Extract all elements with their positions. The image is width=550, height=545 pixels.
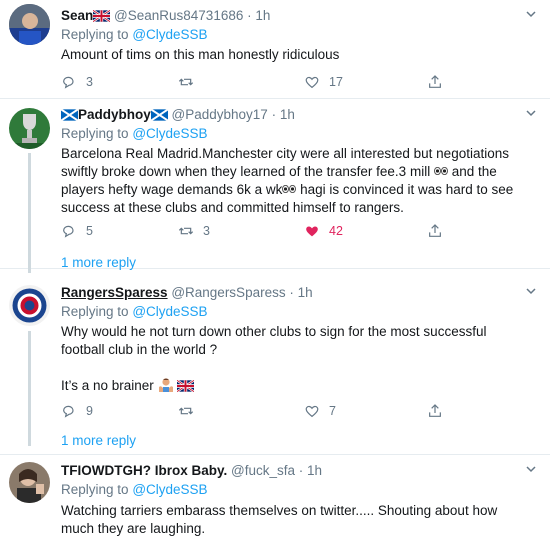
caret-down-icon[interactable] [526, 286, 536, 296]
scotland-flag-icon [60, 108, 79, 126]
reply-count: 5 [86, 224, 93, 238]
like-count: 17 [329, 75, 343, 89]
replying-to: Replying to @ClydeSSB [61, 304, 208, 319]
tweet-actions: 5 3 42 [61, 221, 461, 241]
like-button[interactable]: 17 [304, 72, 343, 92]
reply-button[interactable]: 5 [61, 221, 93, 241]
retweet-icon [178, 227, 194, 235]
share-button[interactable] [427, 401, 443, 421]
retweet-button[interactable]: 3 [178, 221, 210, 241]
reply-icon [63, 76, 74, 89]
thread-dots [28, 432, 31, 446]
scotland-flag-icon [150, 108, 169, 126]
handle[interactable]: @Paddybhoy17 [172, 107, 268, 122]
like-count: 42 [329, 224, 343, 238]
share-icon [429, 75, 441, 88]
tweet-text: Amount of tims on this man honestly ridi… [61, 47, 340, 62]
replying-to-link[interactable]: @ClydeSSB [132, 304, 207, 319]
share-icon [429, 404, 441, 417]
tweet-paddybhoy[interactable]: Paddybhoy @Paddybhoy17 · 1h Replying to … [0, 99, 550, 273]
avatar[interactable] [9, 285, 50, 326]
timestamp[interactable]: 1h [255, 8, 270, 23]
display-name[interactable]: RangersSparess [61, 285, 168, 300]
like-icon [305, 405, 319, 418]
display-name[interactable]: Paddybhoy [78, 107, 151, 122]
avatar-image [9, 108, 50, 149]
tweet-text: Why would he not turn down other clubs t… [61, 323, 530, 397]
caret-down-icon[interactable] [526, 9, 536, 19]
reply-count: 3 [86, 75, 93, 89]
retweet-count: 3 [203, 224, 210, 238]
reply-icon [63, 225, 74, 238]
eyes-emoji-icon [282, 185, 297, 193]
thread-dots [28, 254, 31, 268]
handle[interactable]: @fuck_sfa [231, 463, 295, 478]
retweet-button[interactable] [178, 72, 203, 92]
reply-button[interactable]: 9 [61, 401, 93, 421]
uk-flag-icon [176, 379, 195, 397]
handle[interactable]: @RangersSparess [171, 285, 285, 300]
replying-to: Replying to @ClydeSSB [61, 482, 208, 497]
person-shrug-emoji-icon [158, 377, 174, 397]
replying-to-link[interactable]: @ClydeSSB [132, 482, 207, 497]
caret-down-icon[interactable] [526, 464, 536, 474]
timestamp[interactable]: 1h [280, 107, 295, 122]
handle[interactable]: @SeanRus84731686 [114, 8, 243, 23]
tweet-text: Barcelona Real Madrid.Manchester city we… [61, 146, 514, 215]
avatar[interactable] [9, 4, 50, 45]
avatar-image [9, 285, 50, 326]
like-count: 7 [329, 404, 336, 418]
like-button[interactable]: 7 [304, 401, 336, 421]
more-replies-link[interactable]: 1 more reply [61, 432, 136, 450]
retweet-button[interactable] [178, 401, 203, 421]
share-button[interactable] [427, 72, 443, 92]
uk-flag-icon [92, 9, 111, 27]
replying-to-link[interactable]: @ClydeSSB [132, 27, 207, 42]
display-name[interactable]: TFIOWDTGH? Ibrox Baby. [61, 463, 227, 478]
eyes-emoji-icon [433, 167, 448, 175]
thread-line [28, 331, 31, 446]
avatar[interactable] [9, 108, 50, 149]
avatar-image [9, 462, 50, 503]
tweet-header: Paddybhoy @Paddybhoy17 · 1h [60, 106, 520, 126]
tweet-tfiowdtgh[interactable]: TFIOWDTGH? Ibrox Baby. @fuck_sfa · 1h Re… [0, 455, 550, 545]
caret-down-icon[interactable] [526, 108, 536, 118]
retweet-icon [178, 407, 194, 415]
tweet-header: TFIOWDTGH? Ibrox Baby. @fuck_sfa · 1h [61, 463, 323, 478]
like-icon [305, 76, 319, 89]
tweet-actions: 3 17 [61, 72, 461, 92]
like-button[interactable]: 42 [304, 221, 343, 241]
tweet-sean[interactable]: Sean @SeanRus84731686 · 1h Replying to @… [0, 0, 550, 99]
tweet-header: RangersSparess @RangersSparess · 1h [61, 285, 313, 300]
tweet-rangerssparess[interactable]: RangersSparess @RangersSparess · 1h Repl… [0, 277, 550, 455]
more-replies-link[interactable]: 1 more reply [61, 254, 136, 272]
tweet-header: Sean @SeanRus84731686 · 1h [61, 7, 520, 27]
tweet-text: Watching tarriers embarass themselves on… [61, 503, 498, 536]
avatar-image [9, 4, 50, 45]
tweet-actions: 9 7 [61, 401, 461, 421]
retweet-icon [178, 78, 194, 86]
like-icon [306, 226, 318, 237]
replying-to: Replying to @ClydeSSB [61, 27, 208, 42]
timestamp[interactable]: 1h [298, 285, 313, 300]
reply-count: 9 [86, 404, 93, 418]
share-button[interactable] [427, 221, 443, 241]
display-name[interactable]: Sean [61, 8, 93, 23]
replying-to-link[interactable]: @ClydeSSB [132, 126, 207, 141]
share-icon [429, 224, 441, 237]
reply-icon [63, 405, 74, 418]
reply-button[interactable]: 3 [61, 72, 93, 92]
replying-to: Replying to @ClydeSSB [61, 126, 208, 141]
timestamp[interactable]: 1h [307, 463, 322, 478]
avatar[interactable] [9, 462, 50, 503]
